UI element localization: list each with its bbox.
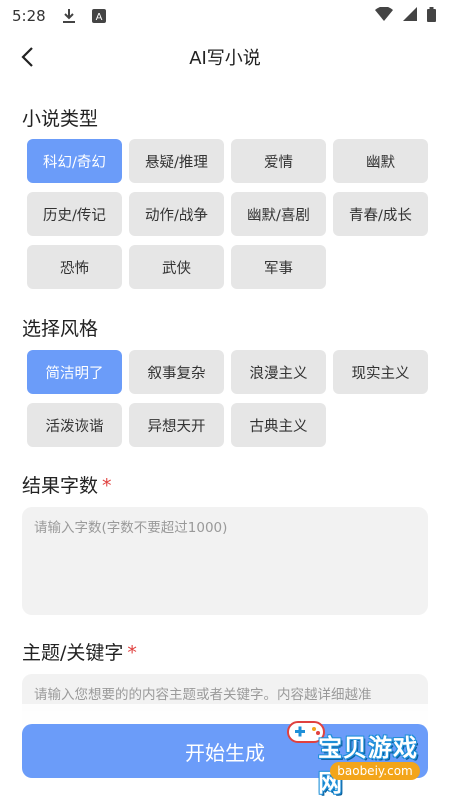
genre-chip[interactable]: 悬疑/推理 [129,139,224,183]
genre-options: 科幻/奇幻 悬疑/推理 爱情 幽默 历史/传记 动作/战争 幽默/喜剧 青春/成… [27,139,428,289]
topic-placeholder: 请输入您想要的的内容主题或者关键字。内容越详细越准 [34,687,372,703]
page-title: AI写小说 [189,48,261,69]
start-generate-button[interactable]: 开始生成 [22,724,428,778]
required-mark: * [102,475,112,497]
word-count-label: 结果字数 [22,475,99,497]
battery-icon [427,6,436,26]
topic-title: 主题/关键字 * [22,638,137,665]
style-chip[interactable]: 异想天开 [129,403,224,447]
signal-icon [403,7,417,25]
app-a-icon: A [91,9,106,23]
genre-chip[interactable]: 历史/传记 [27,192,122,236]
genre-chip[interactable]: 爱情 [231,139,326,183]
genre-chip[interactable]: 幽默/喜剧 [231,192,326,236]
status-bar: 5:28 A [0,0,450,32]
genre-chip[interactable]: 军事 [231,245,326,289]
genre-chip[interactable]: 武侠 [129,245,224,289]
chevron-left-icon [21,47,33,67]
style-section-title: 选择风格 [22,318,99,340]
required-mark: * [127,642,137,664]
download-icon [62,8,76,24]
app-a-label: A [95,12,102,23]
word-count-placeholder: 请输入字数(字数不要超过1000) [34,520,228,536]
style-chip[interactable]: 叙事复杂 [129,350,224,394]
status-time: 5:28 [12,7,46,25]
genre-chip[interactable]: 恐怖 [27,245,122,289]
style-options: 简洁明了 叙事复杂 浪漫主义 现实主义 活泼诙谐 异想天开 古典主义 [27,350,428,447]
style-chip[interactable]: 现实主义 [333,350,428,394]
word-count-input[interactable]: 请输入字数(字数不要超过1000) [22,507,428,615]
topic-label: 主题/关键字 [22,642,124,664]
style-chip[interactable]: 浪漫主义 [231,350,326,394]
back-button[interactable] [12,42,42,72]
genre-chip[interactable]: 科幻/奇幻 [27,139,122,183]
style-chip[interactable]: 简洁明了 [27,350,122,394]
genre-chip[interactable]: 青春/成长 [333,192,428,236]
style-chip[interactable]: 活泼诙谐 [27,403,122,447]
word-count-title: 结果字数 * [22,471,112,498]
wifi-icon [375,6,393,25]
genre-chip[interactable]: 幽默 [333,139,428,183]
style-chip[interactable]: 古典主义 [231,403,326,447]
genre-chip[interactable]: 动作/战争 [129,192,224,236]
app-header: AI写小说 [0,34,450,80]
genre-section-title: 小说类型 [22,108,99,130]
